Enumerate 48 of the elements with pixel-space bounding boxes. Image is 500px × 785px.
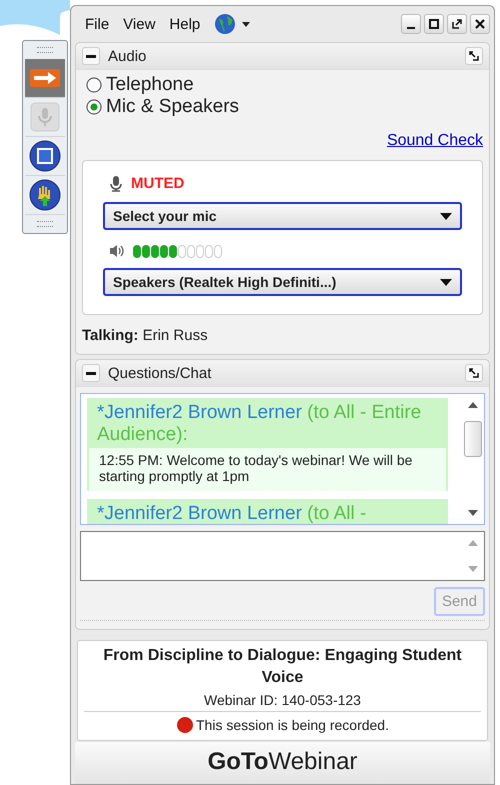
- popout-button[interactable]: [465, 47, 483, 65]
- microphone-icon: [109, 176, 123, 192]
- message-header: *Jennifer2 Brown Lerner (to All -: [96, 502, 368, 524]
- popout-button[interactable]: [465, 364, 483, 382]
- screen-icon[interactable]: [29, 140, 61, 172]
- speaker-icon: [109, 244, 125, 258]
- minus-icon: [86, 372, 96, 374]
- caret-icon: [440, 278, 452, 286]
- scrollbar-thumb[interactable]: [464, 421, 482, 457]
- raise-hand-icon[interactable]: [29, 179, 61, 211]
- mic-dropdown[interactable]: Select your mic: [103, 202, 462, 230]
- muted-status: MUTED: [131, 175, 184, 192]
- menu-item[interactable]: View: [123, 16, 156, 32]
- radio-button[interactable]: [86, 99, 102, 115]
- panel-title: Questions/Chat: [108, 364, 212, 382]
- scroll-up-icon[interactable]: [468, 402, 478, 408]
- maximize-icon: [429, 19, 439, 29]
- menu-item[interactable]: Help: [169, 16, 200, 32]
- collapse-button[interactable]: [82, 364, 100, 382]
- recording-dot-icon: [176, 716, 194, 734]
- close-button[interactable]: [470, 14, 490, 34]
- recording-notice: This session is being recorded.: [196, 716, 389, 733]
- message-text: 12:55 PM: Welcome to today's webinar! We will be starting promptly at 1pm: [89, 448, 446, 492]
- minus-icon: [86, 54, 96, 58]
- webinar-title: From Discipline to Dialogue: Engaging Student Voice: [102, 646, 463, 688]
- menu-item[interactable]: File: [85, 16, 110, 32]
- speaker-dropdown[interactable]: Speakers (Realtek High Definiti...): [103, 268, 462, 296]
- scroll-down-icon[interactable]: [468, 510, 478, 516]
- popout-button[interactable]: [447, 14, 467, 34]
- minimize-icon: [407, 27, 415, 29]
- maximize-button[interactable]: [424, 14, 444, 34]
- talking-status: Talking: Erin Russ: [81, 326, 209, 346]
- popout-icon: [469, 368, 479, 378]
- panel-title: Audio: [108, 48, 146, 64]
- caret-icon: [440, 212, 452, 220]
- popout-icon: [452, 19, 462, 29]
- popout-icon: [469, 51, 479, 61]
- sound-check-link[interactable]: Sound Check: [76, 118, 489, 156]
- radio-option[interactable]: Mic & Speakers: [76, 96, 489, 118]
- minimize-button[interactable]: [401, 14, 421, 34]
- collapse-button[interactable]: [82, 47, 100, 65]
- globe-dropdown-icon[interactable]: [214, 13, 252, 35]
- webinar-id: Webinar ID: 140-053-123: [84, 690, 481, 712]
- close-icon: [475, 19, 485, 29]
- logo: GoToWebinar: [75, 742, 490, 784]
- message-header: *Jennifer2 Brown Lerner (to All - Entire Audience):: [96, 401, 422, 447]
- radio-button[interactable]: [86, 77, 102, 93]
- radio-option[interactable]: Telephone: [76, 74, 489, 96]
